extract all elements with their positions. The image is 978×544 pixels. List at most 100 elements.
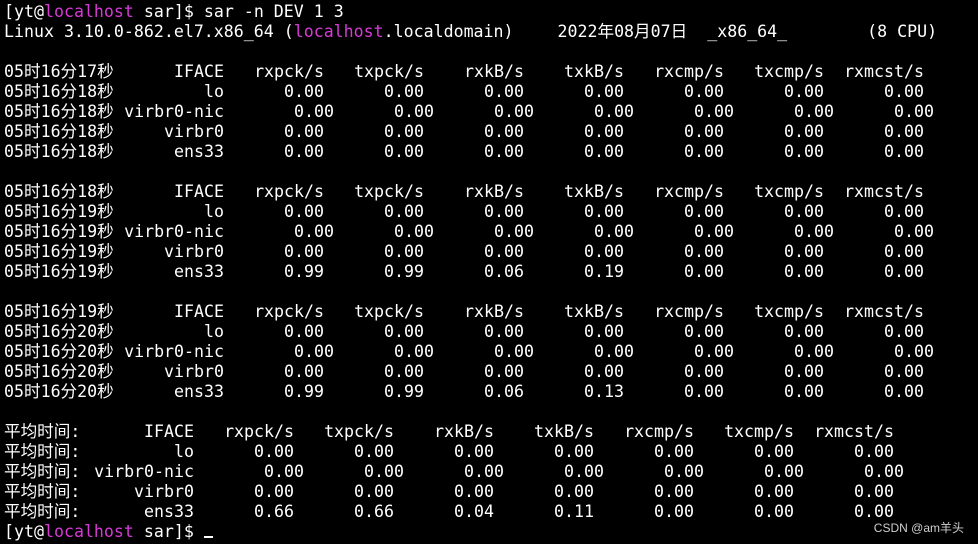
iface-name: ens33: [144, 502, 194, 521]
system-info-line: Linux 3.10.0-862.el7.x86_64 (localhost.l…: [4, 22, 978, 42]
metric-rxpck: 0.00: [284, 202, 324, 221]
metric-rxcmp: 0.00: [694, 342, 734, 361]
column-header-txpck: txpck/s: [354, 302, 424, 321]
table-row: 05时16分20秒 virbr0-nic 0.00 0.00 0.00 0.00 0.00 0…: [4, 342, 978, 362]
metric-rxkb: 0.00: [484, 362, 524, 381]
metric-txkb: 0.13: [584, 382, 624, 401]
metric-txcmp: 0.00: [784, 242, 824, 261]
metric-rxmcst: 0.00: [884, 382, 924, 401]
metric-txkb: 0.00: [584, 242, 624, 261]
column-header-txkb: txkB/s: [534, 422, 594, 441]
metric-rxcmp: 0.00: [654, 502, 694, 521]
cpu-count: (8 CPU): [867, 22, 938, 41]
metric-rxpck: 0.00: [254, 442, 294, 461]
metric-rxmcst: 0.00: [884, 242, 924, 261]
table-row: 05时16分19秒 lo 0.00 0.00 0.00 0.00 0.00 0.00 0.00: [4, 202, 978, 222]
timestamp: 05时16分20秒: [4, 382, 114, 401]
metric-rxmcst: 0.00: [894, 222, 934, 241]
timestamp: 05时16分19秒: [4, 222, 114, 241]
metric-rxkb: 0.00: [484, 322, 524, 341]
metric-txkb: 0.00: [584, 202, 624, 221]
timestamp: 平均时间:: [4, 482, 81, 501]
metric-rxpck: 0.00: [284, 142, 324, 161]
iface-name: virbr0-nic: [124, 102, 224, 121]
iface-name: virbr0: [164, 242, 224, 261]
metric-rxkb: 0.06: [484, 382, 524, 401]
iface-name: lo: [204, 82, 224, 101]
metric-txcmp: 0.00: [784, 262, 824, 281]
metric-txcmp: 0.00: [784, 122, 824, 141]
prompt-cwd: sar: [143, 2, 174, 21]
metric-txkb: 0.11: [554, 502, 594, 521]
metric-txpck: 0.99: [384, 262, 424, 281]
metric-rxmcst: 0.00: [884, 362, 924, 381]
column-header-iface: IFACE: [174, 302, 224, 321]
metric-txpck: 0.00: [354, 482, 394, 501]
metric-txcmp: 0.00: [784, 322, 824, 341]
metric-rxcmp: 0.00: [684, 362, 724, 381]
column-header-row: 05时16分17秒 IFACE rxpck/s txpck/s rxkB/s txkB/s…: [4, 62, 978, 82]
column-header-row: 05时16分18秒 IFACE rxpck/s txpck/s rxkB/s txkB/s…: [4, 182, 978, 202]
iface-name: ens33: [174, 382, 224, 401]
metric-rxpck: 0.00: [294, 102, 334, 121]
metric-rxkb: 0.04: [454, 502, 494, 521]
timestamp: 05时16分18秒: [4, 142, 114, 161]
metric-txcmp: 0.00: [794, 342, 834, 361]
iface-name: virbr0: [164, 362, 224, 381]
metric-rxpck: 0.00: [254, 482, 294, 501]
table-row: 05时16分18秒 ens33 0.00 0.00 0.00 0.00 0.00 0.00 0.…: [4, 142, 978, 162]
metric-rxcmp: 0.00: [684, 122, 724, 141]
metric-rxcmp: 0.00: [654, 442, 694, 461]
metric-rxkb: 0.06: [484, 262, 524, 281]
command-line: [yt@localhost sar]$ sar -n DEV 1 3: [4, 2, 344, 21]
metric-rxmcst: 0.00: [884, 322, 924, 341]
metric-rxpck: 0.00: [284, 362, 324, 381]
column-header-rxpck: rxpck/s: [224, 422, 294, 441]
metric-txkb: 0.00: [594, 342, 634, 361]
metric-txcmp: 0.00: [754, 502, 794, 521]
metric-txcmp: 0.00: [794, 222, 834, 241]
metric-txcmp: 0.00: [784, 142, 824, 161]
metric-txkb: 0.00: [594, 102, 634, 121]
metric-rxmcst: 0.00: [854, 482, 894, 501]
column-header-rxcmp: rxcmp/s: [654, 182, 724, 201]
metric-rxpck: 0.00: [284, 322, 324, 341]
metric-txcmp: 0.00: [764, 462, 804, 481]
metric-txcmp: 0.00: [754, 482, 794, 501]
metric-rxmcst: 0.00: [864, 462, 904, 481]
column-header-rxpck: rxpck/s: [254, 182, 324, 201]
metric-txkb: 0.00: [554, 482, 594, 501]
metric-txpck: 0.00: [384, 82, 424, 101]
prompt-user: yt: [14, 522, 34, 541]
metric-txpck: 0.99: [384, 382, 424, 401]
table-row: 平均时间: lo 0.00 0.00 0.00 0.00 0.00 0.00 0.00: [4, 442, 978, 462]
timestamp: 05时16分20秒: [4, 342, 114, 361]
metric-txpck: 0.00: [384, 142, 424, 161]
entered-command: sar -n DEV 1 3: [203, 2, 344, 21]
timestamp: 05时16分20秒: [4, 322, 114, 341]
metric-rxpck: 0.66: [254, 502, 294, 521]
metric-txpck: 0.00: [364, 462, 404, 481]
column-header-row: 05时16分19秒 IFACE rxpck/s txpck/s rxkB/s txkB/s…: [4, 302, 978, 322]
column-header-iface: IFACE: [174, 182, 224, 201]
prompt-host: localhost: [43, 522, 134, 541]
terminal-window[interactable]: [yt@localhost sar]$ sar -n DEV 1 3 Linux…: [4, 2, 978, 542]
metric-txkb: 0.00: [584, 322, 624, 341]
metric-rxcmp: 0.00: [654, 482, 694, 501]
metric-txpck: 0.66: [354, 502, 394, 521]
table-row: 05时16分18秒 lo 0.00 0.00 0.00 0.00 0.00 0.00 0.00: [4, 82, 978, 102]
timestamp: 平均时间:: [4, 422, 81, 441]
column-header-txkb: txkB/s: [564, 182, 624, 201]
metric-txpck: 0.00: [384, 322, 424, 341]
metric-rxcmp: 0.00: [684, 142, 724, 161]
metric-rxmcst: 0.00: [894, 342, 934, 361]
metric-rxkb: 0.00: [464, 462, 504, 481]
column-header-rxmcst: rxmcst/s: [814, 422, 894, 441]
iface-name: lo: [204, 202, 224, 221]
column-header-rxcmp: rxcmp/s: [654, 302, 724, 321]
table-row: 平均时间: ens33 0.66 0.66 0.04 0.11 0.00 0.00 0.00: [4, 502, 978, 522]
table-row: 05时16分20秒 virbr0 0.00 0.00 0.00 0.00 0.00 0.00 0…: [4, 362, 978, 382]
